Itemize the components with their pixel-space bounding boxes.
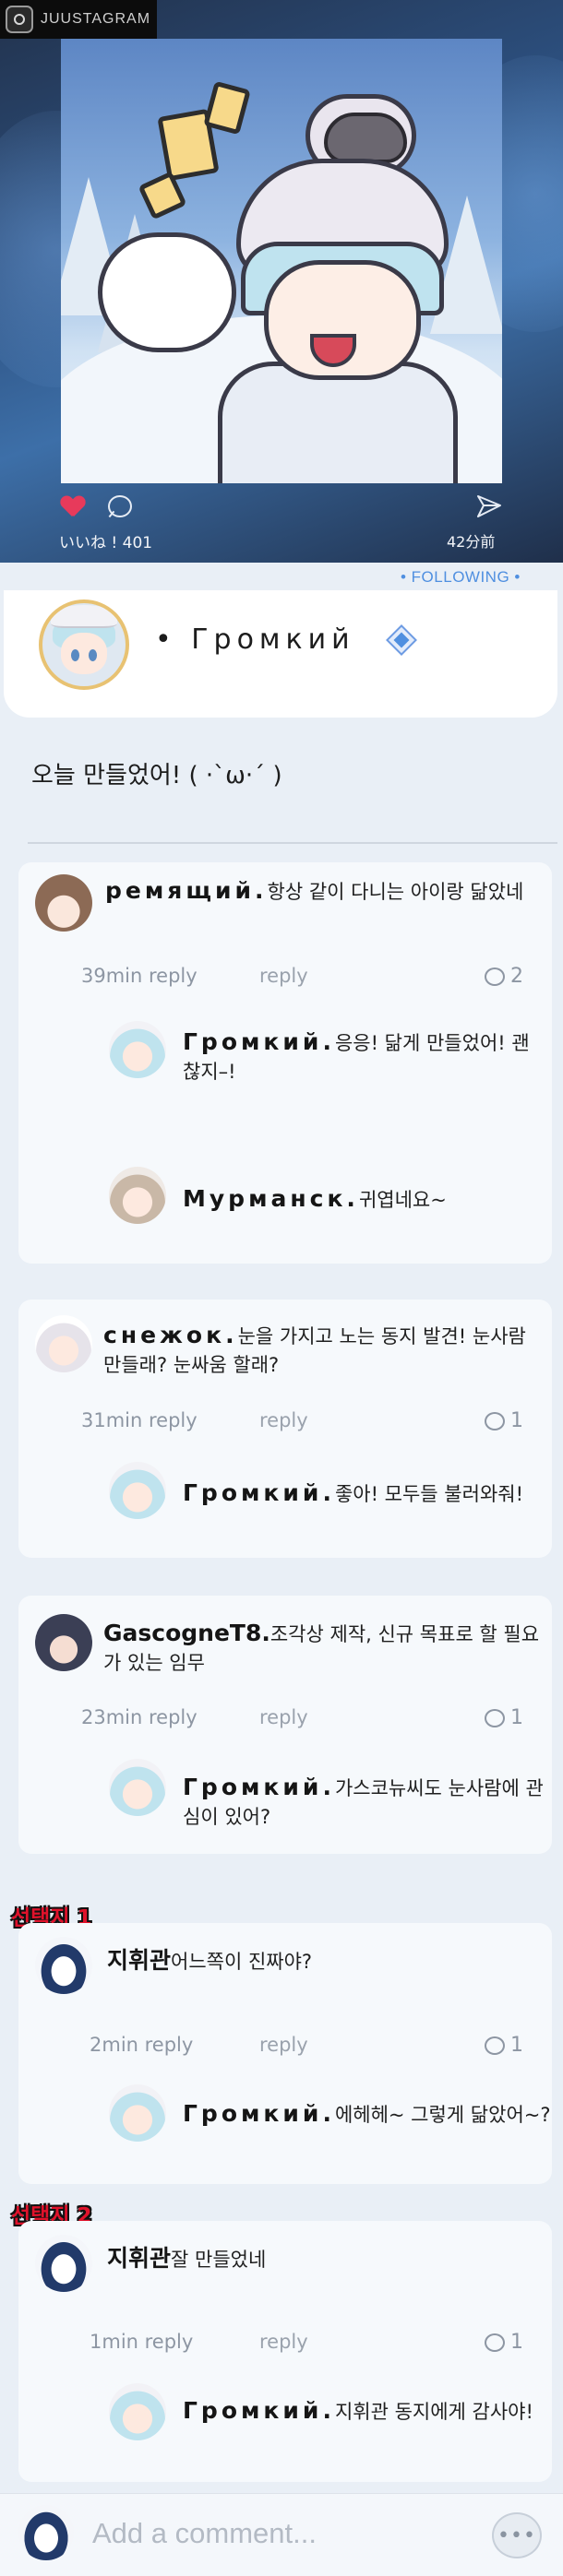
comment-body: GascogneT8.조각상 제작, 신규 목표로 할 필요가 있는 임무 bbox=[103, 1619, 545, 1678]
reply-body: Громкий.응응! 닮게 만들었어! 괜찮지–! bbox=[183, 1027, 543, 1086]
reply-bubble-icon bbox=[485, 1708, 505, 1727]
commenter-avatar[interactable] bbox=[109, 1759, 166, 1816]
reply-button[interactable]: reply bbox=[259, 2331, 308, 2353]
reply-text: 귀엽네요~ bbox=[358, 1189, 447, 1211]
commenter-avatar[interactable] bbox=[35, 874, 92, 932]
commenter-avatar[interactable] bbox=[35, 1315, 92, 1372]
post-image-area: JUUSTAGRAM いいね ! 401 42分前 bbox=[0, 0, 563, 563]
user-avatar bbox=[18, 2505, 74, 2560]
comment-body: 지휘관어느쪽이 진짜야? bbox=[107, 1946, 541, 1977]
app-name: JUUSTAGRAM bbox=[41, 11, 151, 27]
comment-icon[interactable] bbox=[108, 495, 132, 517]
comment-text: 어느쪽이 진짜야? bbox=[171, 1951, 313, 1973]
commenter-avatar[interactable] bbox=[35, 1937, 92, 1994]
commenter-avatar[interactable] bbox=[109, 2383, 166, 2440]
post-image[interactable] bbox=[61, 39, 502, 483]
app-brand: JUUSTAGRAM bbox=[0, 0, 157, 39]
commenter-avatar[interactable] bbox=[109, 1462, 166, 1519]
commenter-avatar[interactable] bbox=[109, 1167, 166, 1224]
commenter-name[interactable]: Громкий. bbox=[183, 1028, 335, 1055]
commenter-name[interactable]: Громкий. bbox=[183, 1479, 335, 1506]
comment-time: 39min reply bbox=[81, 965, 198, 987]
reply-text: 지휘관 동지에게 감사야! bbox=[334, 2401, 533, 2423]
chat-bubble-icon[interactable]: ••• bbox=[492, 2512, 542, 2558]
reply-count[interactable]: 2 bbox=[485, 965, 523, 988]
raccoon-figure bbox=[324, 113, 407, 163]
verified-badge-icon bbox=[386, 624, 417, 656]
reply-bubble-icon bbox=[485, 2333, 505, 2352]
reply-bubble-icon bbox=[485, 1411, 505, 1430]
post-caption: 오늘 만들었어! ( ·`ω·´ ) bbox=[31, 762, 282, 789]
commenter-name[interactable]: GascogneT8. bbox=[103, 1620, 270, 1646]
reply-count[interactable]: 1 bbox=[485, 1409, 523, 1432]
commenter-avatar[interactable] bbox=[109, 2084, 166, 2142]
commenter-name[interactable]: Громкий. bbox=[183, 2397, 335, 2424]
reply-body: Громкий.에헤헤~ 그렇게 닮았어~? bbox=[183, 2099, 552, 2130]
comment-time: 23min reply bbox=[81, 1706, 198, 1728]
commenter-avatar[interactable] bbox=[35, 1614, 92, 1671]
reply-body: Громкий.좋아! 모두들 불러와줘! bbox=[183, 1478, 552, 1509]
sparkle-card bbox=[203, 80, 251, 136]
comment-text: 잘 만들었네 bbox=[171, 2249, 267, 2271]
commenter-avatar[interactable] bbox=[109, 1021, 166, 1078]
reply-bubble-icon bbox=[485, 2036, 505, 2055]
commenter-name[interactable]: снежок. bbox=[103, 1322, 238, 1348]
reply-body: Мурманск.귀엽네요~ bbox=[183, 1184, 543, 1215]
commenter-name[interactable]: Мурманск. bbox=[183, 1185, 359, 1212]
reply-button[interactable]: reply bbox=[259, 2034, 308, 2056]
reply-body: Громкий.가스코뉴씨도 눈사람에 관심이 있어? bbox=[183, 1773, 552, 1832]
comment-time: 31min reply bbox=[81, 1409, 198, 1431]
reply-button[interactable]: reply bbox=[259, 965, 308, 987]
like-count: いいね ! 401 bbox=[59, 534, 153, 552]
commenter-avatar[interactable] bbox=[35, 2235, 92, 2292]
reply-count[interactable]: 1 bbox=[485, 2331, 523, 2354]
send-icon[interactable] bbox=[476, 494, 502, 518]
comment-body: ремящий.항상 같이 다니는 아이랑 닮았네 bbox=[105, 876, 539, 907]
reply-text: 좋아! 모두들 불러와줘! bbox=[334, 1483, 524, 1505]
author-avatar[interactable] bbox=[39, 599, 129, 690]
snowman-figure bbox=[98, 232, 236, 352]
heart-icon[interactable] bbox=[61, 496, 85, 518]
reply-text: 에헤헤~ 그렇게 닮았어~? bbox=[334, 2104, 551, 2126]
camera-icon bbox=[6, 6, 33, 33]
reply-button[interactable]: reply bbox=[259, 1706, 308, 1728]
comment-time: 2min reply bbox=[90, 2034, 194, 2056]
following-button[interactable]: • FOLLOWING • bbox=[401, 568, 521, 587]
reply-body: Громкий.지휘관 동지에게 감사야! bbox=[183, 2396, 552, 2427]
comment-text: 항상 같이 다니는 아이랑 닮았네 bbox=[267, 881, 524, 903]
comment-time: 1min reply bbox=[90, 2331, 194, 2353]
comment-input[interactable]: Add a comment... bbox=[92, 2517, 317, 2550]
commenter-name[interactable]: 지휘관 bbox=[107, 2245, 171, 2272]
comment-body: 지휘관잘 만들었네 bbox=[107, 2244, 541, 2274]
reply-bubble-icon bbox=[485, 967, 505, 986]
commenter-name[interactable]: Громкий. bbox=[183, 2100, 335, 2127]
commenter-name[interactable]: Громкий. bbox=[183, 1774, 335, 1800]
author-name[interactable]: • Громкий bbox=[155, 623, 355, 656]
commenter-name[interactable]: 지휘관 bbox=[107, 1947, 171, 1974]
divider bbox=[28, 842, 557, 844]
commenter-name[interactable]: ремящий. bbox=[105, 877, 268, 904]
post-time: 42分前 bbox=[447, 533, 496, 551]
reply-count[interactable]: 1 bbox=[485, 1706, 523, 1729]
reply-count[interactable]: 1 bbox=[485, 2034, 523, 2057]
reply-button[interactable]: reply bbox=[259, 1409, 308, 1431]
comment-body: снежок.눈을 가지고 노는 동지 발견! 눈사람 만들래? 눈싸움 할래? bbox=[103, 1321, 545, 1380]
